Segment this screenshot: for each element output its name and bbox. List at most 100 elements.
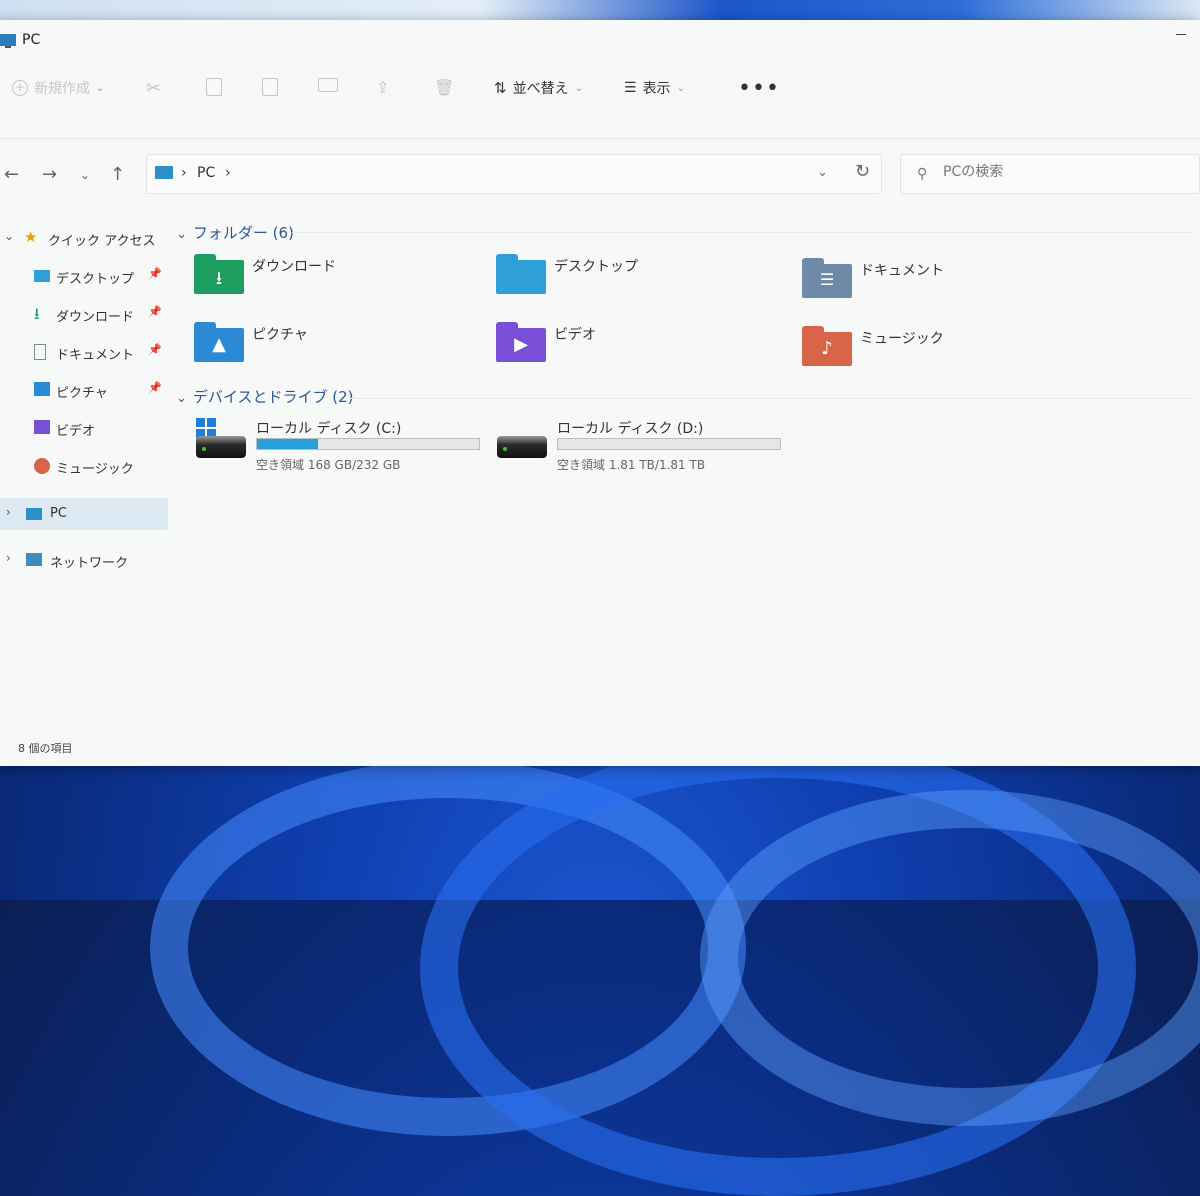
folder-name: デスクトップ: [554, 259, 638, 275]
desktop-icon: [34, 270, 50, 282]
drives-group-header[interactable]: ⌄ デバイスとドライブ (2): [176, 386, 353, 407]
share-button[interactable]: ⇪: [376, 78, 389, 97]
chevron-down-icon: ⌄: [574, 82, 583, 94]
address-dropdown-icon[interactable]: ⌄: [817, 165, 828, 180]
music-note-icon: ♪: [821, 338, 833, 359]
sidebar-item-music[interactable]: ミュージック: [0, 450, 168, 482]
view-icon: ☰: [624, 80, 637, 96]
drive-usage-bar: [256, 438, 480, 450]
address-bar[interactable]: › PC › ⌄ ↻: [146, 154, 882, 194]
star-icon: ★: [24, 228, 38, 246]
refresh-icon[interactable]: ↻: [855, 161, 870, 182]
videos-icon: [34, 420, 50, 434]
more-options-button[interactable]: •••: [738, 76, 780, 101]
sidebar-item-label: ビデオ: [56, 424, 96, 439]
breadcrumb-separator-icon[interactable]: ›: [225, 165, 231, 181]
drive-c[interactable]: ローカル ディスク (C:) 空き領域 168 GB/232 GB: [196, 418, 496, 478]
plus-icon: +: [12, 80, 28, 96]
back-button[interactable]: ←: [4, 164, 19, 185]
share-icon: ⇪: [376, 78, 390, 97]
recent-locations-button[interactable]: ⌄: [80, 168, 90, 182]
drive-usage-bar: [557, 438, 781, 450]
paste-icon: [262, 78, 278, 96]
breadcrumb-separator-icon[interactable]: ›: [181, 165, 187, 181]
search-input[interactable]: [941, 163, 1185, 181]
drive-usage-fill: [257, 439, 319, 449]
view-label: 表示: [642, 81, 671, 97]
drive-d[interactable]: ローカル ディスク (D:) 空き領域 1.81 TB/1.81 TB: [497, 418, 797, 478]
sidebar-item-pictures[interactable]: ピクチャ 📌: [0, 374, 168, 406]
folder-downloads[interactable]: ⭳ ダウンロード: [194, 254, 444, 306]
forward-button[interactable]: →: [42, 164, 57, 185]
sidebar-item-network[interactable]: › ネットワーク: [0, 544, 168, 576]
sort-label: 並べ替え: [512, 81, 569, 97]
rename-button[interactable]: [318, 78, 338, 92]
folder-name: ドキュメント: [860, 263, 944, 279]
file-explorer-window: PC + 新規作成 ⌄ ✂ ⇪ 🗑 ⇅ 並べ替え ⌄ ☰ 表示 ⌄ ••• ← …: [0, 20, 1200, 766]
mountain-icon: ▲: [212, 334, 226, 355]
new-button[interactable]: + 新規作成 ⌄: [12, 78, 104, 98]
copy-icon: [206, 78, 222, 96]
sidebar-item-pc[interactable]: › PC: [0, 498, 168, 530]
expand-chevron-icon[interactable]: ›: [6, 505, 11, 519]
collapse-chevron-icon: ⌄: [176, 391, 187, 406]
sort-icon: ⇅: [494, 79, 507, 97]
folders-group-header[interactable]: ⌄ フォルダー (6): [176, 222, 294, 243]
sidebar-item-desktop[interactable]: デスクトップ 📌: [0, 260, 168, 292]
pin-icon: 📌: [148, 381, 162, 394]
view-button[interactable]: ☰ 表示 ⌄: [624, 78, 685, 98]
content-pane: ⌄ フォルダー (6) ⭳ ダウンロード デスクトップ ☰ ドキュメント ▲ ピ…: [172, 210, 1200, 750]
sidebar-item-label: ピクチャ: [56, 386, 108, 401]
folder-pictures[interactable]: ▲ ピクチャ: [194, 322, 444, 374]
folder-name: ビデオ: [554, 327, 596, 343]
delete-button[interactable]: 🗑: [434, 78, 454, 97]
sidebar-item-label: デスクトップ: [56, 272, 135, 287]
folder-documents[interactable]: ☰ ドキュメント: [802, 258, 1052, 310]
folder-desktop[interactable]: デスクトップ: [496, 254, 746, 306]
sidebar-item-documents[interactable]: ドキュメント 📌: [0, 336, 168, 368]
copy-button[interactable]: [206, 78, 222, 96]
title-bar: PC: [0, 20, 1200, 66]
expand-chevron-icon[interactable]: ⌄: [4, 229, 14, 243]
drive-free-space: 空き領域 168 GB/232 GB: [256, 458, 401, 472]
paste-button[interactable]: [262, 78, 278, 96]
folder-music[interactable]: ♪ ミュージック: [802, 326, 1052, 378]
network-icon: [26, 553, 42, 566]
documents-folder-icon: ☰: [802, 258, 852, 298]
minimize-button[interactable]: [1176, 34, 1186, 35]
pin-icon: 📌: [148, 267, 162, 280]
pictures-folder-icon: ▲: [194, 322, 244, 362]
breadcrumb-pc[interactable]: PC: [197, 165, 215, 181]
rename-icon: [318, 78, 338, 92]
sidebar-item-label: ダウンロード: [56, 310, 135, 325]
folder-name: ミュージック: [860, 331, 944, 347]
pictures-icon: [34, 382, 50, 396]
drive-name: ローカル ディスク (D:): [557, 421, 704, 437]
folder-videos[interactable]: ▶ ビデオ: [496, 322, 746, 374]
sort-button[interactable]: ⇅ 並べ替え ⌄: [494, 78, 583, 98]
cut-button[interactable]: ✂: [146, 78, 161, 99]
sidebar-item-videos[interactable]: ビデオ: [0, 412, 168, 444]
music-folder-icon: ♪: [802, 326, 852, 366]
collapse-chevron-icon: ⌄: [176, 227, 187, 242]
up-button[interactable]: ↑: [110, 164, 125, 185]
pc-icon: [0, 34, 16, 48]
download-icon: ⭳: [34, 304, 40, 323]
folder-name: ダウンロード: [252, 259, 336, 275]
new-label: 新規作成: [34, 81, 90, 97]
divider: [0, 138, 1200, 139]
expand-chevron-icon[interactable]: ›: [6, 551, 11, 565]
download-arrow-icon: ⭳: [215, 268, 223, 289]
navigation-pane: ⌄ ★ クイック アクセス デスクトップ 📌 ⭳ ダウンロード 📌 ドキュメント…: [0, 216, 172, 756]
documents-icon: [34, 344, 46, 360]
sidebar-item-downloads[interactable]: ⭳ ダウンロード 📌: [0, 298, 168, 330]
search-box[interactable]: ⚲: [900, 154, 1200, 194]
search-icon: ⚲: [917, 166, 928, 182]
scissors-icon: ✂: [146, 78, 162, 99]
windows-logo-icon: [196, 418, 216, 438]
sidebar-item-label: PC: [50, 506, 67, 521]
sidebar-quick-access[interactable]: ⌄ ★ クイック アクセス: [0, 222, 168, 254]
music-icon: [34, 458, 50, 474]
play-icon: ▶: [514, 334, 528, 355]
pin-icon: 📌: [148, 305, 162, 318]
